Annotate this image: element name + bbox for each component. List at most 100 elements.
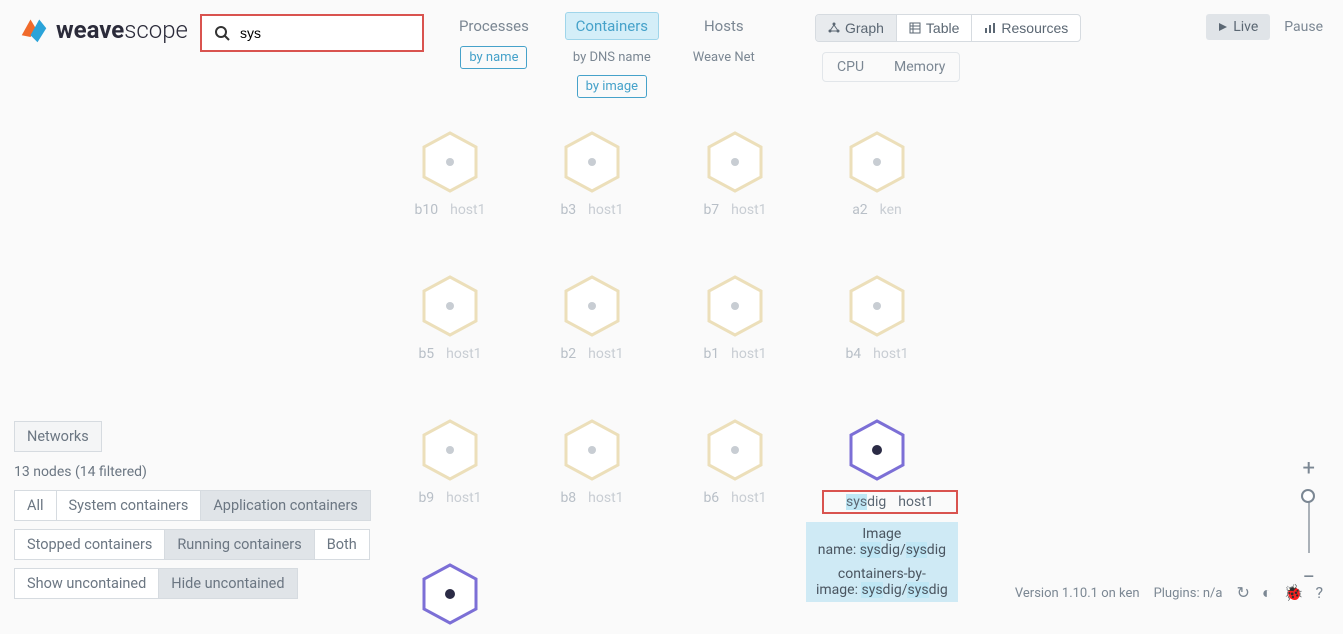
container-node[interactable]: b2host1 (537, 274, 647, 362)
hexagon-icon (418, 562, 482, 626)
subnav-weavenet[interactable]: Weave Net (684, 46, 764, 69)
container-node[interactable]: b6 host1 (680, 418, 790, 506)
networks-button[interactable]: Networks (14, 421, 102, 452)
search-input[interactable] (240, 25, 410, 41)
live-button[interactable]: Live (1206, 14, 1270, 40)
node-host-label: host1 (446, 346, 481, 362)
node-host-label: host1 (588, 202, 623, 218)
filter-system-containers[interactable]: System containers (56, 491, 201, 520)
hexagon-icon (845, 274, 909, 338)
filter-hide-uncontained[interactable]: Hide uncontained (158, 569, 296, 598)
search-icon (214, 25, 230, 41)
node-name-label: b6 (703, 490, 719, 506)
filter-both[interactable]: Both (314, 530, 369, 559)
filters-panel: Networks 13 nodes (14 filtered) All Syst… (14, 421, 371, 607)
node-host-label: host1 (898, 494, 933, 510)
view-resources-button[interactable]: Resources (971, 15, 1080, 41)
live-pause-group: Live Pause (1206, 14, 1323, 40)
node-host-label: host1 (588, 490, 623, 506)
hexagon-icon (703, 130, 767, 194)
node-name-label: sysdig (846, 494, 886, 510)
filter-all[interactable]: All (15, 491, 56, 520)
hexagon-icon (560, 418, 624, 482)
node-host-label: host1 (731, 202, 766, 218)
hexagon-icon (703, 274, 767, 338)
hexagon-icon (418, 418, 482, 482)
zoom-control: + − (1302, 456, 1315, 590)
node-name-label: b10 (415, 202, 439, 218)
contrast-icon[interactable]: ◐ (1262, 583, 1272, 603)
node-host-label: host1 (731, 490, 766, 506)
logo: weavescope (20, 16, 188, 44)
container-node[interactable]: b5 host1 (395, 274, 505, 362)
node-host-label: host1 (450, 202, 485, 218)
zoom-slider[interactable] (1308, 493, 1310, 553)
hexagon-icon (560, 274, 624, 338)
node-name-label: b3 (560, 202, 576, 218)
subnav-by-name[interactable]: by name (460, 46, 527, 69)
subnav-by-image[interactable]: by image (577, 75, 647, 98)
container-node[interactable]: b4 host1 (822, 274, 932, 362)
node-name-label: a2 (852, 202, 867, 218)
filter-running[interactable]: Running containers (164, 530, 313, 559)
status-bar: Version 1.10.1 on ken Plugins: n/a ↻ ◐ 🐞… (1015, 583, 1323, 603)
container-node[interactable]: b3 host1 (537, 130, 647, 218)
filter-application-containers[interactable]: Application containers (200, 491, 370, 520)
view-graph-button[interactable]: Graph (816, 15, 896, 41)
node-tooltip: Image name: sysdig/sysdig containers-by-… (806, 522, 958, 602)
table-icon (909, 22, 921, 34)
play-icon (1218, 22, 1228, 32)
resources-icon (984, 22, 996, 34)
version-label: Version 1.10.1 on ken (1015, 586, 1140, 601)
container-node[interactable]: b8host1 (537, 418, 647, 506)
topology-nav: Processes by name Containers by DNS name… (448, 12, 764, 98)
plugins-label: Plugins: n/a (1154, 586, 1223, 601)
node-host-label: host1 (873, 346, 908, 362)
zoom-in-button[interactable]: + (1302, 456, 1314, 481)
pause-button[interactable]: Pause (1284, 19, 1323, 35)
node-name-label: b7 (703, 202, 719, 218)
hexagon-icon (845, 418, 909, 482)
node-name-label: b1 (703, 346, 719, 362)
node-host-label: host1 (731, 346, 766, 362)
search-input-wrap[interactable] (200, 14, 424, 52)
view-table-button[interactable]: Table (896, 15, 971, 41)
filter-stopped[interactable]: Stopped containers (15, 530, 164, 559)
container-node[interactable]: b7 host1 (680, 130, 790, 218)
hexagon-icon (418, 130, 482, 194)
container-node[interactable]: b9 host1 (395, 418, 505, 506)
graph-icon (828, 22, 840, 34)
subnav-by-dns[interactable]: by DNS name (564, 46, 660, 69)
container-node[interactable]: a2 ken (822, 130, 932, 218)
hexagon-icon (703, 418, 767, 482)
hexagon-icon (418, 274, 482, 338)
node-name-label: b4 (845, 346, 861, 362)
resource-sub-tabs: CPU Memory (822, 52, 960, 82)
container-node[interactable]: b1 host1 (680, 274, 790, 362)
node-name-label: b9 (418, 490, 434, 506)
filter-show-uncontained[interactable]: Show uncontained (15, 569, 158, 598)
nav-hosts[interactable]: Hosts (693, 12, 755, 40)
nav-containers[interactable]: Containers (565, 12, 659, 40)
hexagon-icon (560, 130, 624, 194)
container-node[interactable]: b10 host1 (395, 130, 505, 218)
node-name-label: b5 (418, 346, 434, 362)
zoom-handle[interactable] (1301, 489, 1315, 503)
node-count-label: 13 nodes (14 filtered) (14, 464, 371, 480)
view-mode-group: Graph Table Resources (815, 14, 1081, 42)
node-host-label: ken (880, 202, 902, 218)
nav-processes[interactable]: Processes (448, 12, 540, 40)
node-host-label: host1 (446, 490, 481, 506)
hexagon-icon (845, 130, 909, 194)
tab-cpu[interactable]: CPU (823, 53, 878, 81)
container-node-partial[interactable] (395, 562, 505, 634)
bug-icon[interactable]: 🐞 (1284, 583, 1304, 603)
container-node-sysdig[interactable]: sysdig host1 (822, 418, 932, 514)
tab-memory[interactable]: Memory (880, 53, 959, 81)
zoom-out-button[interactable]: − (1302, 565, 1315, 590)
logo-mark-icon (20, 16, 48, 44)
logo-text: weavescope (56, 16, 188, 44)
help-icon[interactable]: ? (1315, 583, 1323, 603)
reload-icon[interactable]: ↻ (1236, 583, 1249, 603)
node-host-label: host1 (588, 346, 623, 362)
